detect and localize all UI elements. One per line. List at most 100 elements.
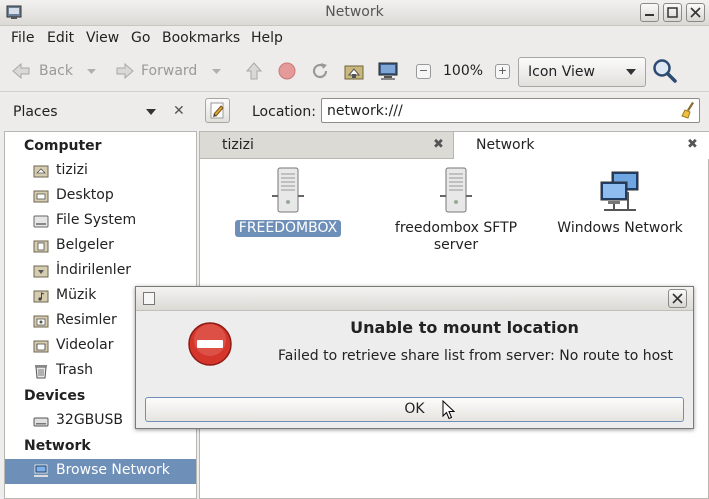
tab-label: tizizi <box>222 137 254 153</box>
sidebar-item-label: Browse Network <box>56 462 170 478</box>
close-icon <box>672 293 683 304</box>
forward-history-chevron-icon[interactable] <box>212 69 221 75</box>
close-tab-icon[interactable]: ✖ <box>433 137 444 152</box>
sidebar-item-indirilenler[interactable]: İndirilenler <box>5 259 196 284</box>
window-title: Network <box>325 4 384 20</box>
section-computer: Computer <box>24 138 102 154</box>
view-mode-select[interactable]: Icon View <box>518 57 646 87</box>
sidebar-item-label: Videolar <box>56 337 114 353</box>
close-window-button[interactable] <box>686 3 705 22</box>
videos-folder-icon <box>33 340 49 353</box>
computer-icon[interactable] <box>377 60 399 82</box>
file-label: freedombox SFTP <box>394 220 518 236</box>
sidebar-item-label: 32GBUSB <box>56 412 124 428</box>
dialog-window-icon <box>143 292 155 305</box>
tab-network[interactable]: Network ✖ <box>453 132 709 159</box>
file-label-line-2: server <box>433 237 479 253</box>
forward-arrow-icon <box>116 62 134 80</box>
maximize-icon <box>667 7 678 18</box>
dialog-close-button[interactable] <box>668 289 687 308</box>
forward-button[interactable]: Forward <box>141 63 197 79</box>
zoom-in-button[interactable]: + <box>495 64 510 79</box>
minimize-icon <box>645 14 654 16</box>
sidebar-item-label: Trash <box>56 362 93 378</box>
pencil-icon <box>210 102 224 119</box>
sidebar-item-file-system[interactable]: File System <box>5 209 196 234</box>
sidebar-item-label: İndirilenler <box>56 262 132 278</box>
usb-drive-icon <box>33 417 49 427</box>
toolbar: Back Forward − 100% + Icon View <box>0 50 709 92</box>
location-input[interactable] <box>321 98 700 123</box>
menu-view[interactable]: View <box>86 30 119 46</box>
dialog-titlebar <box>136 287 693 311</box>
drive-icon <box>33 215 49 228</box>
sidebar-item-label: Belgeler <box>56 237 114 253</box>
dropdown-arrow-icon <box>626 69 636 75</box>
desktop-folder-icon <box>33 190 49 203</box>
back-arrow-icon <box>12 62 30 80</box>
home-icon[interactable] <box>343 60 365 82</box>
sidebar-item-label: File System <box>56 212 137 228</box>
dialog-message: Failed to retrieve share list from serve… <box>278 348 673 364</box>
toggle-location-edit-button[interactable] <box>205 98 230 123</box>
sidebar-item-tizizi[interactable]: tizizi <box>5 159 196 184</box>
sidebar-item-label: Müzik <box>56 287 97 303</box>
sidebar-item-label: Resimler <box>56 312 117 328</box>
stop-icon[interactable] <box>276 60 298 82</box>
windows-network-icon <box>600 171 639 211</box>
music-folder-icon <box>33 290 49 303</box>
pictures-folder-icon <box>33 315 49 328</box>
location-bar: Location: <box>196 93 709 129</box>
sidebar-item-browse-network[interactable]: Browse Network <box>5 459 196 484</box>
sidebar-item-label: tizizi <box>56 162 88 178</box>
dialog-heading: Unable to mount location <box>350 318 579 337</box>
up-arrow-icon[interactable] <box>243 60 265 82</box>
menu-help[interactable]: Help <box>251 30 283 46</box>
file-item-freedombox-sftp-server[interactable]: freedombox SFTP server <box>386 166 526 254</box>
home-folder-icon <box>33 165 49 178</box>
close-icon <box>690 7 701 18</box>
places-dropdown-icon[interactable] <box>146 109 156 115</box>
server-icon <box>272 167 304 213</box>
section-network: Network <box>24 438 91 454</box>
menu-go[interactable]: Go <box>131 30 150 46</box>
file-label: FREEDOMBOX <box>234 220 342 237</box>
search-icon[interactable] <box>652 58 678 84</box>
tab-label: Network <box>476 137 535 153</box>
close-sidebar-icon[interactable]: ✕ <box>173 103 185 119</box>
file-item-windows-network[interactable]: Windows Network <box>552 170 688 237</box>
view-mode-value: Icon View <box>528 64 595 80</box>
ok-button[interactable]: OK <box>145 397 684 422</box>
menu-bookmarks[interactable]: Bookmarks <box>162 30 240 46</box>
back-button[interactable]: Back <box>39 63 73 79</box>
network-icon <box>34 464 48 477</box>
clear-location-icon[interactable] <box>681 101 697 119</box>
zoom-level: 100% <box>443 63 484 79</box>
close-tab-icon[interactable]: ✖ <box>687 137 698 152</box>
menu-bar: File Edit View Go Bookmarks Help <box>0 26 709 50</box>
server-icon <box>440 167 472 213</box>
mouse-cursor-icon <box>442 400 455 420</box>
error-dialog: Unable to mount location Failed to retri… <box>135 286 694 429</box>
file-label: Windows Network <box>557 220 683 236</box>
sidebar-item-label: Desktop <box>56 187 114 203</box>
minimize-button[interactable] <box>640 3 659 22</box>
maximize-button[interactable] <box>663 3 682 22</box>
file-item-freedombox[interactable]: FREEDOMBOX <box>228 166 348 237</box>
places-header: Places ✕ <box>0 93 196 129</box>
back-history-chevron-icon[interactable] <box>87 69 96 75</box>
documents-folder-icon <box>33 240 49 253</box>
downloads-folder-icon <box>33 265 49 278</box>
tab-tizizi[interactable]: tizizi ✖ <box>200 132 453 159</box>
location-label: Location: <box>252 104 316 120</box>
menu-file[interactable]: File <box>11 30 34 46</box>
sidebar-item-belgeler[interactable]: Belgeler <box>5 234 196 259</box>
reload-icon[interactable] <box>309 60 331 82</box>
sidebar-item-desktop[interactable]: Desktop <box>5 184 196 209</box>
places-label: Places <box>13 104 58 120</box>
section-devices: Devices <box>24 388 86 404</box>
trash-icon <box>35 365 47 379</box>
window-titlebar: Network <box>0 0 709 26</box>
zoom-out-button[interactable]: − <box>416 64 431 79</box>
menu-edit[interactable]: Edit <box>47 30 74 46</box>
